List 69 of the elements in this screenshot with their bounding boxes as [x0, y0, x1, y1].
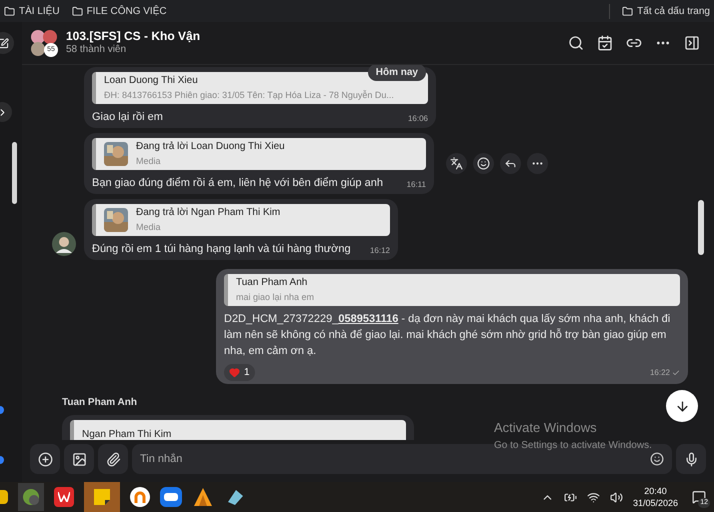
member-count: 58 thành viên: [66, 43, 128, 57]
plus-icon: [38, 452, 52, 466]
quote-author: Đang trả lời Ngan Pham Thi Kim: [136, 206, 280, 220]
paperclip-icon: [106, 452, 120, 466]
heart-reaction[interactable]: 1: [224, 364, 255, 381]
all-bookmarks[interactable]: Tất cả dấu trang: [637, 4, 710, 18]
heart-icon: [229, 367, 240, 378]
quote-text: Media: [136, 155, 162, 168]
scroll-down-button[interactable]: [666, 390, 698, 422]
folder-icon[interactable]: [622, 6, 634, 16]
message-time: 16:11: [406, 179, 426, 191]
quoted-message[interactable]: Đang trả lời Loan Duong Thi Xieu Media: [92, 138, 426, 170]
mic-button[interactable]: [676, 444, 706, 474]
emoji-icon[interactable]: [650, 452, 664, 466]
sender-name: Tuan Pham Anh: [62, 396, 137, 410]
quoted-message[interactable]: Tuan Pham Anh mai giao lại nha em: [224, 274, 680, 306]
message-text: D2D_HCM_27372229_0589531116 - dạ đơn này mai khách qua lấy sớm nha anh, khách đi làm nên sẽ không có nhà để giao lại. mai khách ghé sớm nhờ grid hỗ trợ bàn giao giúp em nha, em cảm ơn ạ.: [224, 312, 672, 359]
message-time: 16:06: [408, 113, 428, 125]
message-text: Đúng rồi em 1 túi hàng hạng lạnh và túi hàng thường: [92, 242, 352, 257]
calendar-check-icon[interactable]: [597, 35, 613, 51]
translate-icon: [450, 157, 463, 170]
notification-icon[interactable]: [692, 490, 706, 504]
volume-icon[interactable]: [610, 490, 623, 504]
message-time: 16:22: [650, 366, 670, 378]
message-text: Bạn giao đúng điểm rồi á em, liên hệ với bên điểm giúp anh: [92, 176, 384, 191]
folder-icon[interactable]: [72, 6, 83, 16]
image-icon: [72, 452, 86, 466]
activation-title: Activate Windows: [494, 419, 598, 437]
quote-author: Đang trả lời Loan Duong Thi Xieu: [136, 140, 285, 154]
quote-author: Tuan Pham Anh: [236, 276, 308, 290]
app-icon[interactable]: [130, 487, 150, 507]
clock-time[interactable]: 20:40: [644, 485, 667, 497]
quote-text: mai giao lại nha em: [236, 291, 314, 304]
avatar[interactable]: [52, 232, 76, 256]
app-icon[interactable]: [160, 487, 182, 507]
sent-check-icon: [672, 368, 680, 376]
bookmark-folder[interactable]: FILE CÔNG VIỆC: [86, 4, 167, 18]
app-icon[interactable]: [0, 490, 8, 504]
group-avatar[interactable]: [30, 29, 58, 57]
attach-button[interactable]: [98, 444, 128, 474]
more-button[interactable]: [527, 153, 548, 174]
quoted-message[interactable]: Đang trả lời Ngan Pham Thi Kim Media: [92, 204, 390, 236]
folder-icon[interactable]: [4, 6, 15, 16]
bookmark-folder[interactable]: TÀI LIỆU: [19, 4, 60, 18]
message-time: 16:12: [370, 245, 390, 257]
quote-author: Loan Duong Thi Xieu: [104, 74, 199, 88]
date-badge: Hôm nay: [368, 65, 426, 81]
react-button[interactable]: [473, 153, 494, 174]
reply-button[interactable]: [500, 153, 521, 174]
search-icon[interactable]: [568, 35, 584, 51]
chat-title: 103.[SFS] CS - Kho Vận: [66, 29, 200, 43]
battery-icon[interactable]: [564, 490, 577, 504]
reply-icon: [504, 157, 517, 170]
image-button[interactable]: [64, 444, 94, 474]
compose-icon[interactable]: [0, 38, 8, 48]
add-button[interactable]: [30, 444, 60, 474]
app-icon[interactable]: [54, 487, 74, 507]
smiley-icon: [477, 157, 490, 170]
quote-text: Media: [136, 221, 162, 234]
quote-text: ĐH: 8413766153 Phiên giao: 31/05 Tên: Tạp Hóa Liza - 78 Nguyễn Du...: [104, 89, 394, 102]
app-icon[interactable]: [192, 486, 214, 508]
clock-date[interactable]: 31/05/2026: [632, 497, 678, 509]
message-text: Giao lại rồi em: [92, 110, 164, 125]
wifi-icon[interactable]: [586, 490, 600, 504]
mic-icon: [684, 452, 698, 466]
quote-author: Ngan Pham Thi Kim: [82, 429, 172, 440]
translate-button[interactable]: [446, 153, 467, 174]
arrow-down-icon: [674, 398, 690, 414]
panel-icon[interactable]: [684, 35, 700, 51]
